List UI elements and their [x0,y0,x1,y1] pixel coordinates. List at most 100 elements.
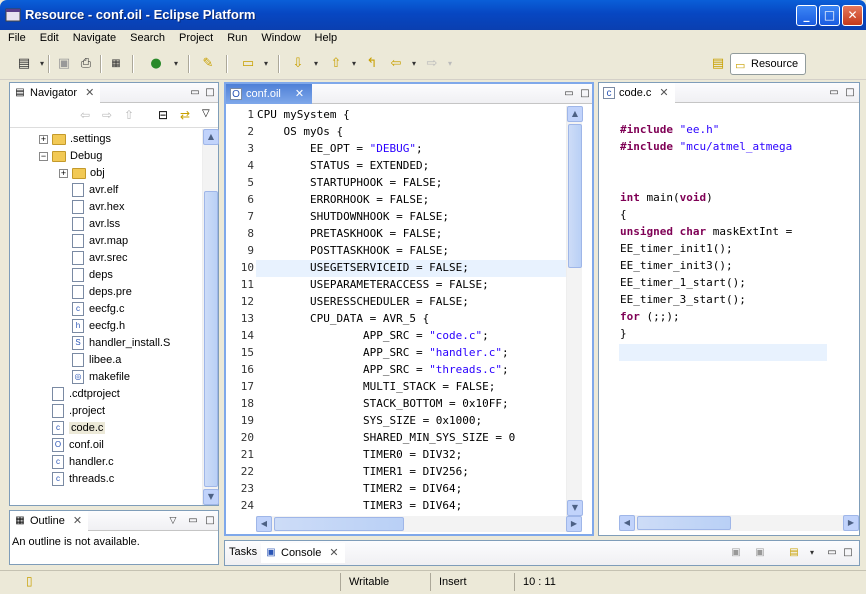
tree-item[interactable]: − Debug [39,148,102,165]
tree-item[interactable]: + obj [59,165,105,182]
scroll-up-icon[interactable]: ▲ [567,106,583,122]
tab-outline[interactable]: ▦ Outline ✕ [10,511,89,531]
next-annotation-dropdown-icon[interactable]: ▾ [306,54,326,74]
run-icon[interactable]: ● [146,54,166,74]
hscroll-thumb[interactable] [274,517,404,531]
tab-code-c[interactable]: c code.c ✕ [599,83,675,103]
scroll-right-icon[interactable]: ▶ [843,515,859,531]
minimize-view-icon[interactable]: ▭ [188,86,202,100]
tree-item[interactable]: avr.hex [72,199,124,216]
close-icon[interactable]: ✕ [329,547,338,559]
maximize-view-icon[interactable]: □ [578,87,592,101]
close-icon[interactable]: ✕ [73,515,82,527]
menu-help[interactable]: Help [307,30,344,44]
scroll-down-icon[interactable]: ▼ [567,500,583,516]
code-editor-oil[interactable]: 1 CPU mySystem {2 OS myOs {3 EE_OPT = "DE… [226,106,566,516]
link-editor-icon[interactable]: ⇄ [180,108,190,122]
next-annotation-icon[interactable]: ⇩ [288,54,308,74]
tree-item[interactable]: Oconf.oil [52,437,104,454]
tab-tasks[interactable]: Tasks [225,543,263,563]
fast-view-icon[interactable]: ▯ [26,574,33,588]
maximize-button[interactable]: □ [819,5,840,26]
open-folder-icon[interactable]: ▭ [238,54,258,74]
tree-item[interactable]: + .settings [39,131,111,148]
c-hscrollbar[interactable]: ◀ ▶ [619,515,859,531]
tree-item[interactable]: .project [52,403,105,420]
menu-window[interactable]: Window [253,30,306,44]
back-icon[interactable]: ⇦ [386,54,406,74]
close-icon[interactable]: ✕ [659,87,668,99]
scroll-left-icon[interactable]: ◀ [256,516,272,532]
tab-navigator[interactable]: ▤ Navigator ✕ [10,83,101,103]
menu-edit[interactable]: Edit [32,30,65,44]
last-edit-icon[interactable]: ↰ [362,54,382,74]
tab-console[interactable]: ▣ Console ✕ [261,543,345,563]
save-icon[interactable]: ▣ [54,54,74,74]
forward-icon[interactable]: ⇨ [422,54,442,74]
run-dropdown-icon[interactable]: ▾ [166,54,186,74]
menu-run[interactable]: Run [219,30,253,44]
code-editor-c[interactable]: #include "ee.h" #include "mcu/atmel_atmeg… [599,105,827,515]
maximize-view-icon[interactable]: □ [203,86,217,100]
view-menu-icon[interactable]: ▽ [202,108,210,119]
collapse-icon[interactable]: − [39,152,48,161]
perspective-resource-button[interactable]: ▭ Resource [730,53,806,75]
tab-conf-oil[interactable]: O conf.oil ✕ [226,84,312,104]
tree-item[interactable]: c handler.c [52,454,114,471]
print-icon[interactable]: ⎙ [76,54,96,74]
folder-dropdown-icon[interactable]: ▾ [256,54,276,74]
tree-item[interactable]: h eecfg.h [72,318,125,335]
minimize-view-icon[interactable]: ▭ [825,546,839,560]
maximize-view-icon[interactable]: □ [203,514,217,528]
open-perspective-icon[interactable]: ▤ [708,54,728,74]
scroll-thumb[interactable] [568,124,582,268]
tree-item[interactable]: avr.map [72,233,128,250]
maximize-view-icon[interactable]: □ [843,86,857,100]
display-console-icon[interactable]: ▣ [729,546,743,560]
close-button[interactable]: ✕ [842,5,863,26]
tree-item[interactable]: ◎ makefile [72,369,130,386]
console-dropdown-icon[interactable]: ▣ [753,546,767,560]
scroll-up-icon[interactable]: ▲ [203,129,219,145]
tree-item[interactable]: avr.lss [72,216,120,233]
tree-item[interactable]: c code.c [52,420,106,437]
build-icon[interactable]: ▦ [106,54,126,74]
scroll-thumb[interactable] [204,191,218,487]
scroll-right-icon[interactable]: ▶ [566,516,582,532]
hscroll-thumb[interactable] [637,516,731,530]
forward-arrow-icon[interactable]: ⇨ [102,108,112,122]
pin-icon[interactable]: ✎ [198,54,218,74]
tree-item[interactable]: Shandler_install.S [72,335,170,352]
prev-annotation-dropdown-icon[interactable]: ▾ [344,54,364,74]
tree-item[interactable]: libee.a [72,352,121,369]
prev-annotation-icon[interactable]: ⇧ [326,54,346,74]
navigator-scrollbar[interactable]: ▲ ▼ [202,129,219,505]
expand-icon[interactable]: + [39,135,48,144]
close-icon[interactable]: ✕ [295,88,304,100]
open-console-icon[interactable]: ▤ [787,546,801,560]
tree-item[interactable]: avr.srec [72,250,128,267]
minimize-view-icon[interactable]: ▭ [562,87,576,101]
oil-hscrollbar[interactable]: ◀ ▶ [256,516,582,532]
menu-search[interactable]: Search [122,30,171,44]
expand-icon[interactable]: + [59,169,68,178]
tree-item[interactable]: deps.pre [72,284,132,301]
tree-item[interactable]: avr.elf [72,182,118,199]
oil-vscrollbar[interactable]: ▲ ▼ [566,106,583,516]
up-folder-icon[interactable]: ⇧ [124,108,134,122]
tree-item[interactable]: c eecfg.c [72,301,124,318]
menu-project[interactable]: Project [171,30,219,44]
collapse-all-icon[interactable]: ⊟ [158,108,168,122]
scroll-down-icon[interactable]: ▼ [203,489,219,505]
menu-navigate[interactable]: Navigate [65,30,122,44]
tree-item[interactable]: c threads.c [52,471,114,488]
tree-item[interactable]: deps [72,267,113,284]
minimize-button[interactable]: _ [796,5,817,26]
view-menu-icon[interactable]: ▽ [166,514,180,528]
back-arrow-icon[interactable]: ⇦ [80,108,90,122]
new-icon[interactable]: ▤ [14,54,34,74]
minimize-view-icon[interactable]: ▭ [186,514,200,528]
back-dropdown-icon[interactable]: ▾ [404,54,424,74]
minimize-view-icon[interactable]: ▭ [827,86,841,100]
menu-file[interactable]: File [0,30,32,44]
